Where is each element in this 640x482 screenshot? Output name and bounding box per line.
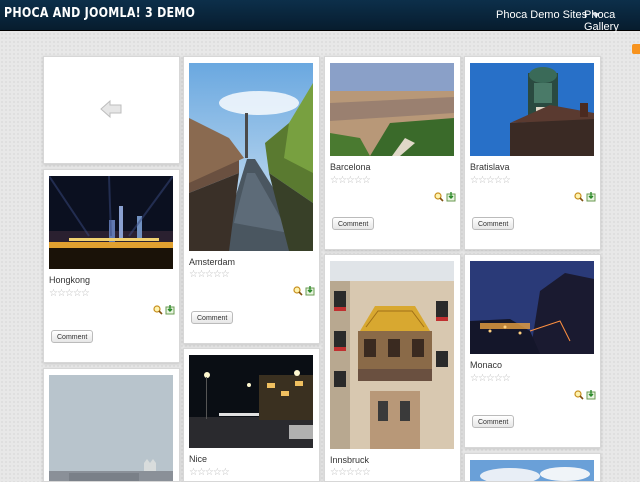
- comment-button[interactable]: Comment: [472, 415, 515, 428]
- gallery-item-barcelona: Barcelona ☆☆☆☆☆ Comment: [324, 56, 461, 250]
- gallery-item-bratislava: Bratislava ☆☆☆☆☆ Comment: [464, 56, 601, 250]
- zoom-icon[interactable]: [574, 192, 584, 202]
- nav-gallery[interactable]: Phoca Gallery: [584, 9, 640, 33]
- rating-stars[interactable]: ☆☆☆☆☆: [189, 467, 230, 478]
- download-icon[interactable]: [586, 192, 596, 202]
- caption-bratislava[interactable]: Bratislava: [470, 162, 510, 172]
- caption-monaco[interactable]: Monaco: [470, 360, 502, 370]
- rating-stars[interactable]: ☆☆☆☆☆: [330, 467, 371, 478]
- rating-stars[interactable]: ☆☆☆☆☆: [470, 175, 511, 186]
- photo-monaco[interactable]: [470, 261, 594, 354]
- zoom-icon[interactable]: [434, 192, 444, 202]
- gallery-item-partial: [43, 368, 180, 482]
- caption-hongkong[interactable]: Hongkong: [49, 275, 90, 285]
- caption-barcelona[interactable]: Barcelona: [330, 162, 371, 172]
- download-icon[interactable]: [586, 390, 596, 400]
- gallery-item-hongkong: Hongkong ☆☆☆☆☆ Comment: [43, 169, 180, 363]
- photo-amsterdam[interactable]: [189, 63, 313, 251]
- rating-stars[interactable]: ☆☆☆☆☆: [470, 373, 511, 384]
- download-icon[interactable]: [446, 192, 456, 202]
- photo-barcelona[interactable]: [330, 63, 454, 156]
- top-navbar: Phoca and Joomla! 3 Demo Phoca Demo Site…: [0, 0, 640, 33]
- comment-button[interactable]: Comment: [51, 330, 94, 343]
- photo-innsbruck[interactable]: [330, 261, 454, 449]
- photo-partial[interactable]: [470, 460, 594, 481]
- back-arrow-icon: [100, 99, 122, 119]
- rating-stars[interactable]: ☆☆☆☆☆: [330, 175, 371, 186]
- rating-stars[interactable]: ☆☆☆☆☆: [49, 288, 90, 299]
- download-icon[interactable]: [305, 286, 315, 296]
- photo-nice[interactable]: [189, 355, 313, 448]
- zoom-icon[interactable]: [153, 305, 163, 315]
- gallery-item-partial: [464, 453, 601, 482]
- comment-button[interactable]: Comment: [191, 311, 234, 324]
- gallery-item-monaco: Monaco ☆☆☆☆☆ Comment: [464, 254, 601, 448]
- zoom-icon[interactable]: [293, 286, 303, 296]
- comment-button[interactable]: Comment: [332, 217, 375, 230]
- download-icon[interactable]: [165, 305, 175, 315]
- caption-nice[interactable]: Nice: [189, 454, 207, 464]
- gallery-item-nice: Nice ☆☆☆☆☆: [183, 348, 320, 482]
- gallery-item-innsbruck: Innsbruck ☆☆☆☆☆: [324, 254, 461, 482]
- zoom-icon[interactable]: [574, 390, 584, 400]
- rss-feed-icon[interactable]: [632, 44, 640, 54]
- site-title[interactable]: Phoca and Joomla! 3 Demo: [4, 6, 195, 21]
- comment-button[interactable]: Comment: [472, 217, 515, 230]
- back-to-categories-card[interactable]: [43, 56, 180, 164]
- nav-demo-sites-label: Phoca Demo Sites: [496, 9, 588, 21]
- caption-innsbruck[interactable]: Innsbruck: [330, 455, 369, 465]
- photo-bratislava[interactable]: [470, 63, 594, 156]
- photo-city-skyline[interactable]: [49, 375, 173, 481]
- photo-hongkong[interactable]: [49, 176, 173, 269]
- caption-amsterdam[interactable]: Amsterdam: [189, 257, 235, 267]
- gallery-item-amsterdam: Amsterdam ☆☆☆☆☆ Comment: [183, 56, 320, 344]
- rating-stars[interactable]: ☆☆☆☆☆: [189, 269, 230, 280]
